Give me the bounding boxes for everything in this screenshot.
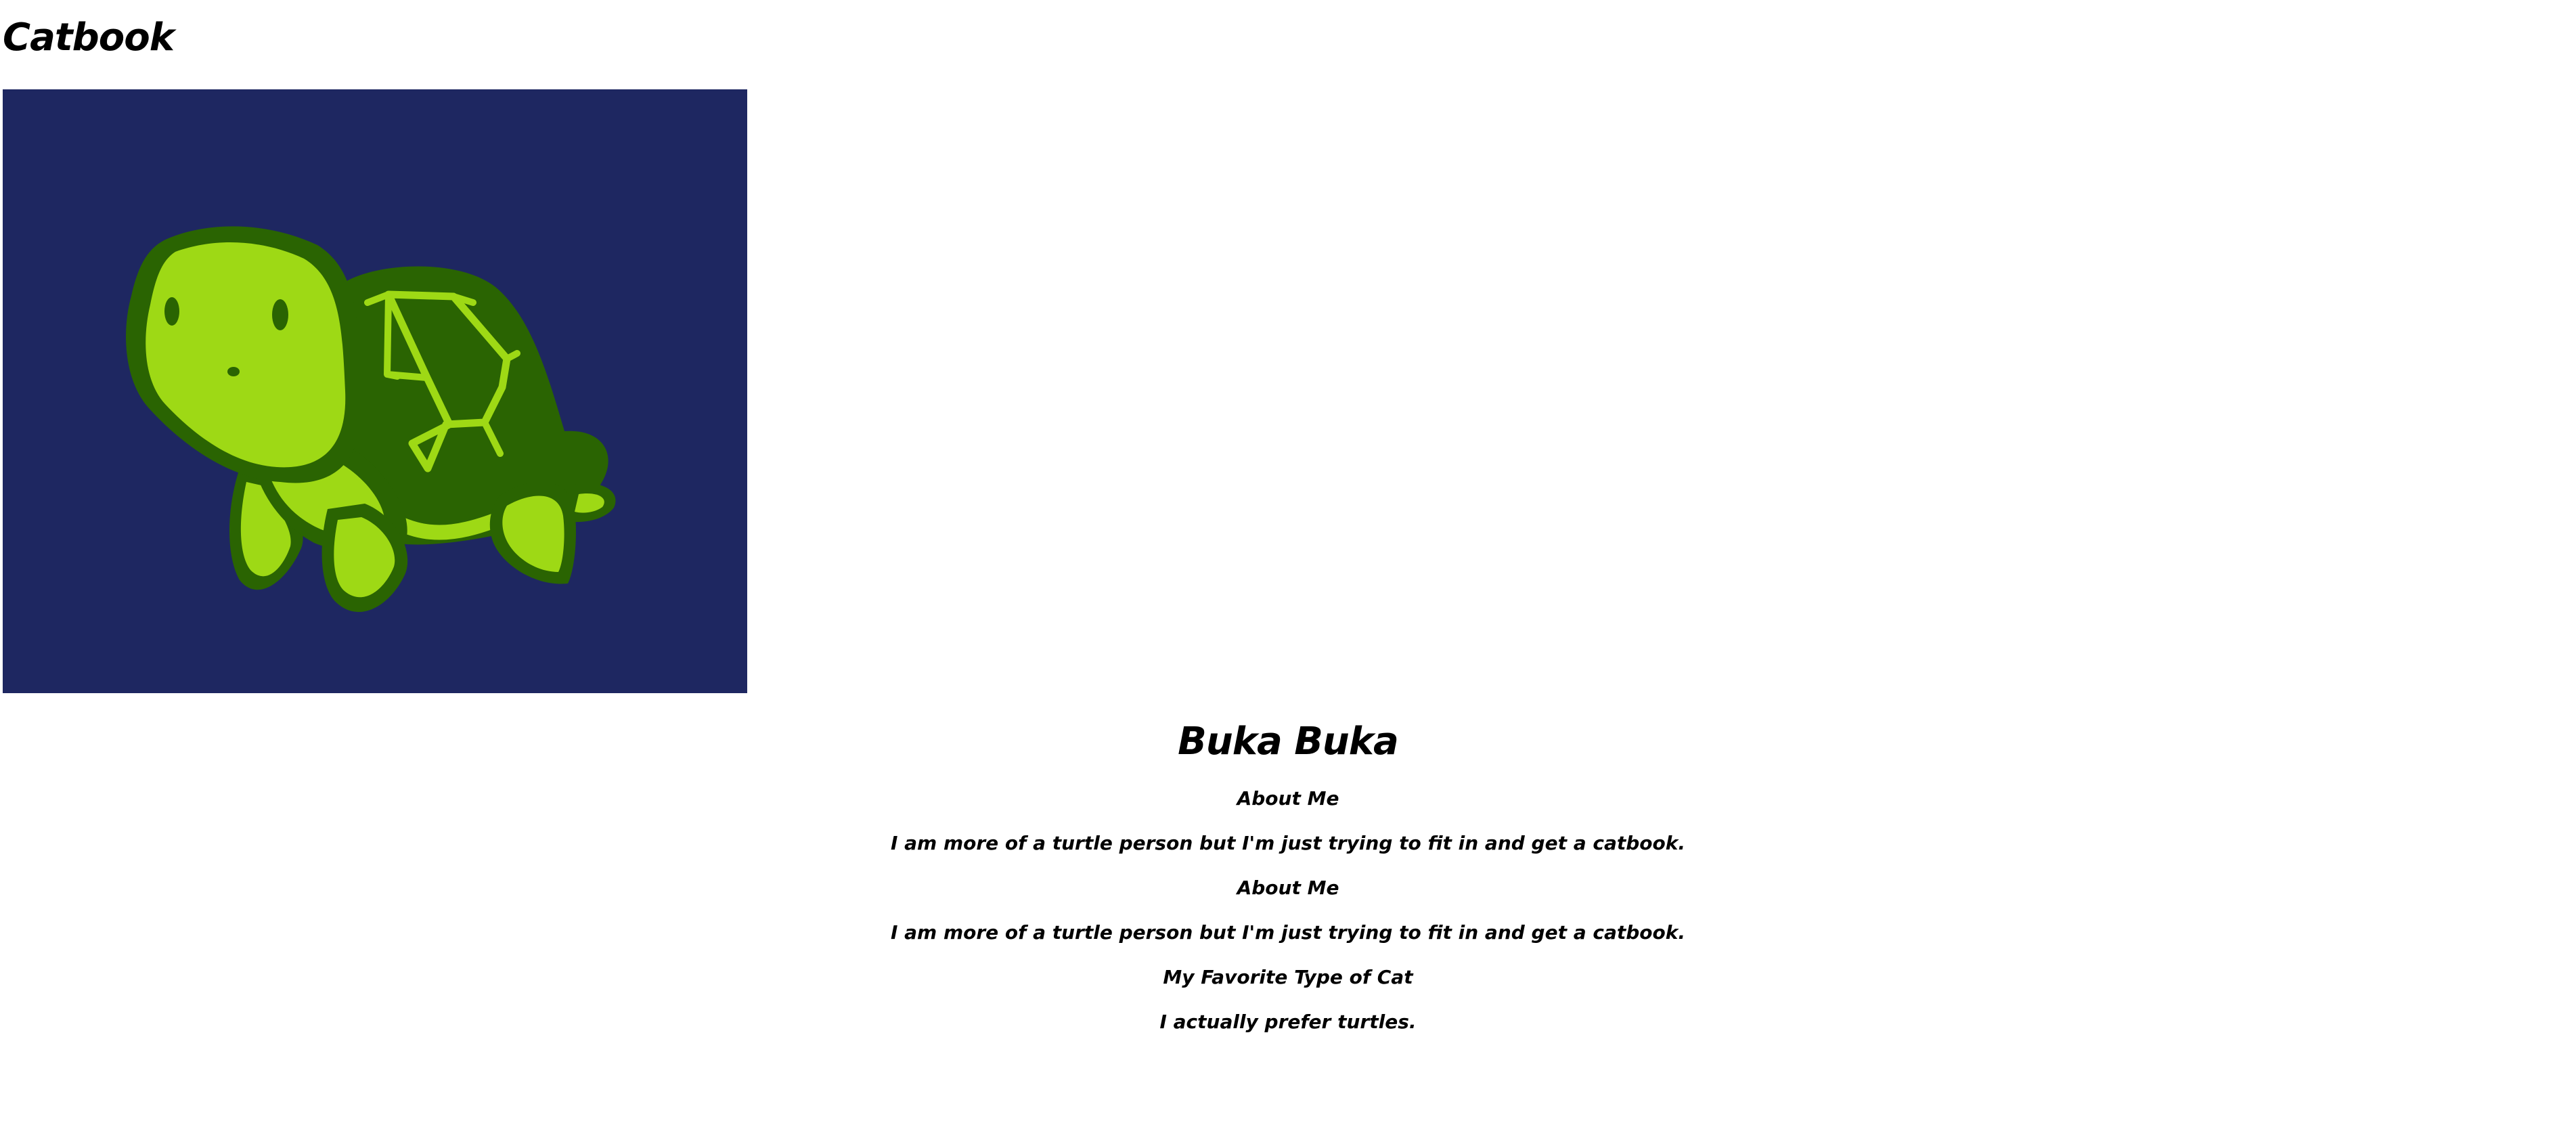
favorite-cat-text: I actually prefer turtles.	[1159, 1011, 1417, 1033]
profile-content: Buka Buka About Me I am more of a turtle…	[0, 719, 2576, 1034]
about-me-section-repeat: About Me I am more of a turtle person bu…	[0, 876, 2576, 945]
about-me-heading: About Me	[1237, 787, 1339, 810]
turtle-illustration-icon	[3, 89, 747, 693]
profile-avatar	[3, 89, 747, 693]
about-me-section: About Me I am more of a turtle person bu…	[0, 787, 2576, 856]
site-title[interactable]: Catbook	[3, 19, 175, 57]
about-me-heading-repeat: About Me	[1237, 877, 1339, 899]
profile-name: Buka Buka	[1178, 720, 1399, 764]
about-me-text-repeat: I am more of a turtle person but I'm jus…	[890, 921, 1686, 944]
favorite-cat-heading: My Favorite Type of Cat	[1163, 966, 1413, 988]
about-me-text: I am more of a turtle person but I'm jus…	[890, 832, 1686, 854]
favorite-cat-section: My Favorite Type of Cat I actually prefe…	[0, 965, 2576, 1034]
